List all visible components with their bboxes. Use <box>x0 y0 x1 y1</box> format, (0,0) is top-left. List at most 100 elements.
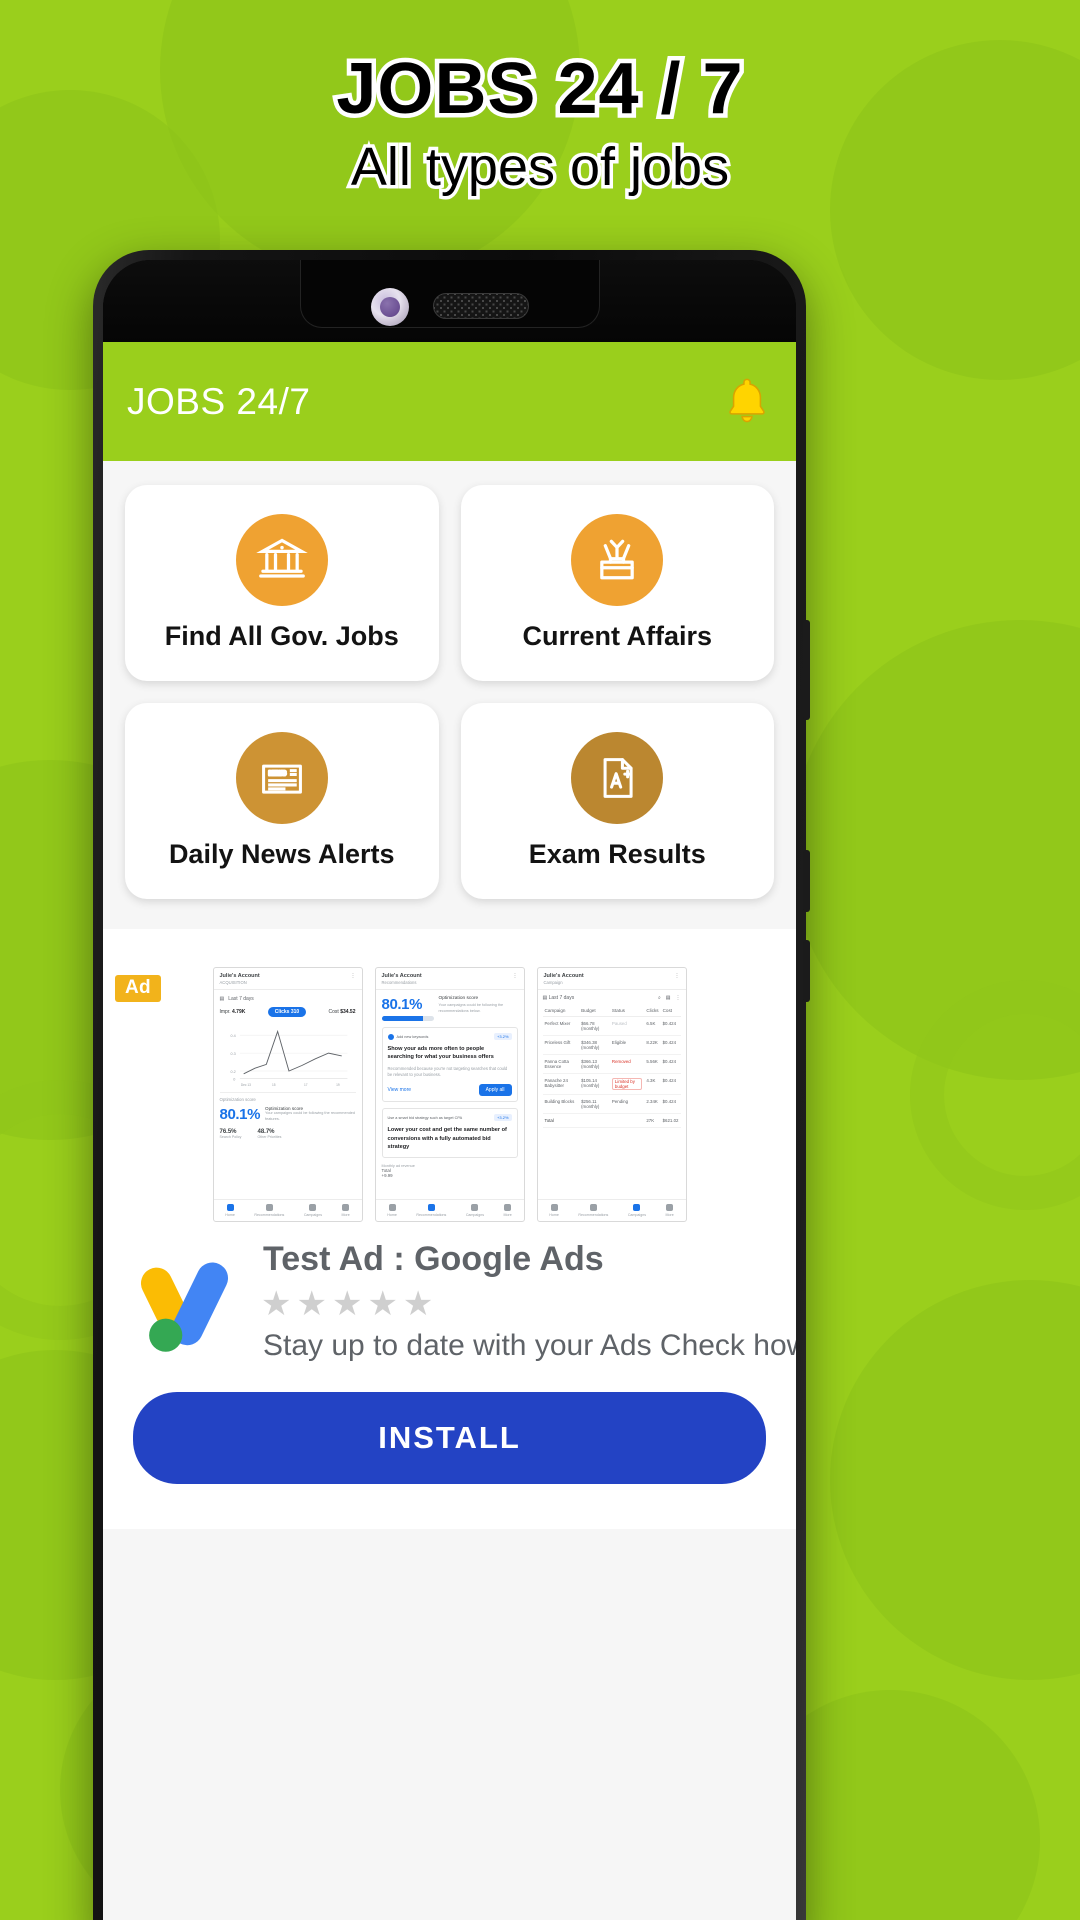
score-label: Optimization score <box>219 1097 256 1102</box>
rec-footer-uplift: +9.99 <box>381 1172 393 1178</box>
ad-shot-account-sub: Recommendations <box>381 980 417 985</box>
ad-screenshot-campaigns[interactable]: Julie's Account Campaign ⋮ ▤ Last 7 days… <box>536 967 687 1222</box>
install-button[interactable]: INSTALL <box>133 1392 766 1485</box>
ad-description: Stay up to date with your Ads Check how <box>263 1329 796 1363</box>
rec-title: Show your ads more often to people searc… <box>387 1046 494 1061</box>
grid-card-label: Daily News Alerts <box>168 839 395 870</box>
table-row[interactable]: Building Blocks $256.11 (monthly) Pendin… <box>542 1094 681 1114</box>
bell-icon[interactable] <box>724 376 770 428</box>
ad-shot-bottom-nav: Home Recommendations Campaigns More <box>537 1199 686 1221</box>
earpiece-speaker-icon <box>433 293 529 319</box>
rec-uplift: +3.2% <box>494 1114 512 1122</box>
rec-view-more-link[interactable]: View more <box>388 1087 412 1093</box>
recommendation-card[interactable]: Use a smart bid strategy such as target … <box>381 1108 518 1158</box>
bell-icon-glyph <box>729 378 765 422</box>
svg-text:15: 15 <box>271 1083 275 1087</box>
column-header: Clicks <box>644 1005 661 1017</box>
ad-screenshot-recommendations[interactable]: Julie's Account Recommendations ⋮ 80.1% <box>374 967 525 1222</box>
score-note: Your campaigns could be following the re… <box>438 1003 504 1013</box>
ad-rating-stars: ★★★★★ <box>261 1285 439 1324</box>
table-row[interactable]: Priceless Gift $346.38 (monthly) Eligibl… <box>542 1035 681 1055</box>
phone-side-button <box>803 940 810 1002</box>
recommendation-card[interactable]: Add new keywords +3.2% Show your ads mor… <box>381 1027 518 1103</box>
app-bar: JOBS 24/7 <box>103 342 796 461</box>
ad-title: Test Ad : Google Ads <box>263 1240 604 1278</box>
ad-badge: Ad <box>115 975 161 1002</box>
metric-label: Cost <box>328 1009 339 1015</box>
ad-meta: Test Ad : Google Ads ★★★★★ Stay up to da… <box>103 1234 796 1364</box>
more-icon: ⋮ <box>512 973 518 979</box>
metric-value: 4.79K <box>232 1009 246 1015</box>
score-note: Your campaigns could be following the re… <box>265 1111 356 1121</box>
more-icon[interactable]: ⋮ <box>676 995 681 1001</box>
column-header: Campaign <box>542 1005 580 1017</box>
table-view-icon[interactable]: ▤ <box>666 995 671 1001</box>
svg-text:NEWS: NEWS <box>269 771 286 777</box>
rec-body: Recommended because you're not targeting… <box>387 1065 508 1078</box>
table-row[interactable]: Perfect Mixer $66.78 (monthly) Paused 6.… <box>542 1016 681 1036</box>
column-header: Status <box>609 1005 645 1017</box>
grid-card-exam-results[interactable]: Exam Results <box>460 703 774 899</box>
ad-shot-account-sub: ACQUISITION <box>219 980 247 985</box>
score-value: 80.1% <box>219 1106 261 1123</box>
ad-shot-bottom-nav: Home Recommendations Campaigns More <box>375 1199 524 1221</box>
rec-badge: Add new keywords <box>396 1034 429 1039</box>
search-icon[interactable]: ⌕ <box>658 995 661 1001</box>
phone-side-button <box>803 850 810 912</box>
svg-text:19: 19 <box>336 1083 340 1087</box>
svg-text:0.2: 0.2 <box>230 1070 235 1074</box>
phone-notch <box>103 260 796 342</box>
grid-card-label: Find All Gov. Jobs <box>164 621 399 652</box>
more-icon: ⋮ <box>350 973 356 979</box>
ad-shot-range: Last 7 days <box>548 995 575 1001</box>
hero-banner: JOBS 24 / 7 All types of jobs <box>0 0 1080 200</box>
svg-text:Dec 13: Dec 13 <box>240 1083 250 1087</box>
grid-card-find-all-gov-jobs[interactable]: Find All Gov. Jobs <box>125 485 439 681</box>
rec-badge: Use a smart bid strategy such as target … <box>387 1115 463 1120</box>
keyword-icon <box>387 1033 394 1040</box>
column-header: Cost <box>660 1005 681 1017</box>
ad-shot-account: Julie's Account <box>381 973 422 979</box>
newspaper-icon: NEWS <box>235 732 328 825</box>
calendar-icon: ▤ <box>542 995 548 1001</box>
bank-icon <box>235 514 328 607</box>
feature-grid: Find All Gov. Jobs Current Affairs NEWS … <box>103 461 796 919</box>
hero-title: JOBS 24 / 7 <box>332 47 747 131</box>
phone-side-button <box>803 620 810 720</box>
grid-card-label: Exam Results <box>528 839 706 870</box>
ad-shot-account-sub: Campaign <box>543 980 563 985</box>
stat-label: Other Priorities <box>257 1135 282 1139</box>
ad-shot-bottom-nav: Home Recommendations Campaigns More <box>213 1199 362 1221</box>
svg-text:17: 17 <box>304 1083 308 1087</box>
ad-shot-range: Last 7 days <box>228 996 254 1002</box>
table-row[interactable]: Panna Cotta Essence $366.13 (monthly) Re… <box>542 1054 681 1074</box>
ad-screenshots[interactable]: Julie's Account ACQUISITION ⋮ ▤ Last 7 d… <box>103 947 796 1234</box>
rec-uplift: +3.2% <box>494 1033 512 1040</box>
score-label: Optimization score <box>438 996 479 1001</box>
grid-card-label: Current Affairs <box>522 621 713 652</box>
rec-title: Lower your cost and get the same number … <box>387 1127 507 1151</box>
score-value: 80.1% <box>381 996 423 1013</box>
calendar-icon: ▤ <box>219 996 225 1002</box>
metric-label: Impr. <box>219 1009 231 1015</box>
app-bar-title: JOBS 24/7 <box>127 380 311 422</box>
status-badge: Limited by budget <box>611 1078 643 1090</box>
ad-screenshot-overview[interactable]: Julie's Account ACQUISITION ⋮ ▤ Last 7 d… <box>212 967 363 1222</box>
table-total-row: Total 27K $621.02 <box>542 1113 681 1128</box>
google-ads-logo <box>140 1262 229 1352</box>
table-row[interactable]: Panache 24 Babysitter $105.14 (monthly) … <box>542 1073 681 1095</box>
apply-all-button[interactable]: Apply all <box>478 1084 512 1097</box>
ad-shot-account: Julie's Account <box>543 973 584 979</box>
grid-card-daily-news-alerts[interactable]: NEWS Daily News Alerts <box>125 703 439 899</box>
svg-text:0: 0 <box>233 1077 235 1081</box>
column-header: Budget <box>579 1005 610 1017</box>
hero-subtitle: All types of jobs <box>347 133 732 200</box>
ad-container: Ad Julie's Account ACQUISITION ⋮ ▤ Last … <box>103 929 796 1529</box>
campaign-table: Campaign Budget Status Clicks Cost Perfe… <box>542 1005 681 1128</box>
grid-card-current-affairs[interactable]: Current Affairs <box>460 485 774 681</box>
phone-mockup: JOBS 24/7 Find All Gov. Jobs Current Aff… <box>93 250 810 1920</box>
briefcase-icon <box>571 514 664 607</box>
svg-text:0.4: 0.4 <box>230 1034 235 1038</box>
result-document-icon <box>571 732 664 825</box>
svg-text:0.3: 0.3 <box>230 1052 235 1056</box>
